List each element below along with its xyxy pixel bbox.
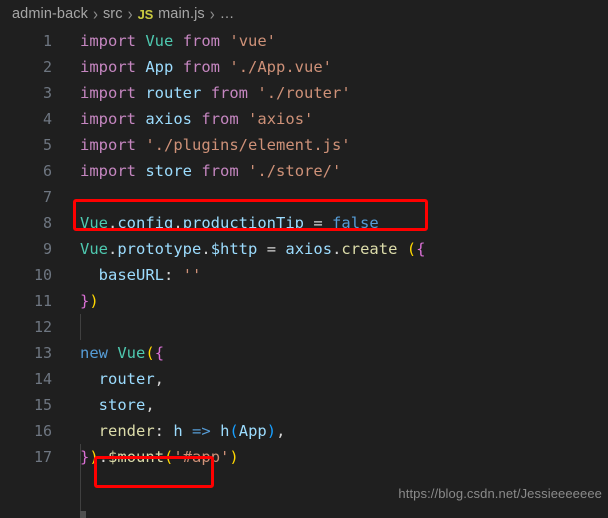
code-line: 15 store, xyxy=(0,392,608,418)
line-number: 5 xyxy=(42,136,52,154)
line-number: 14 xyxy=(33,370,52,388)
code-line: 4 import axios from 'axios' xyxy=(0,106,608,132)
line-content[interactable]: new Vue({ xyxy=(52,340,164,366)
line-content[interactable]: import router from './router' xyxy=(52,80,351,106)
line-number: 12 xyxy=(33,318,52,336)
breadcrumb-separator-icon: › xyxy=(92,4,98,24)
line-content[interactable]: Vue.prototype.$http = axios.create ({ xyxy=(52,236,425,262)
line-number: 17 xyxy=(33,448,52,466)
code-lines[interactable]: 1 import Vue from 'vue' 2 import App fro… xyxy=(0,28,608,518)
line-content[interactable]: render: h => h(App), xyxy=(52,418,286,444)
code-line: 1 import Vue from 'vue' xyxy=(0,28,608,54)
line-number: 3 xyxy=(42,84,52,102)
line-number: 1 xyxy=(42,32,52,50)
indent-guide xyxy=(80,314,81,340)
breadcrumb-item-project[interactable]: admin-back xyxy=(12,6,88,22)
line-content[interactable]: import Vue from 'vue' xyxy=(52,28,276,54)
code-line: 14 router, xyxy=(0,366,608,392)
line-content[interactable]: Vue.config.productionTip = false xyxy=(52,210,379,236)
line-number: 15 xyxy=(33,396,52,414)
line-content[interactable]: import store from './store/' xyxy=(52,158,341,184)
line-number: 10 xyxy=(33,266,52,284)
code-line: 7 xyxy=(0,184,608,210)
code-line: 12 xyxy=(0,314,608,340)
code-line: 2 import App from './App.vue' xyxy=(0,54,608,80)
code-line: 5 import './plugins/element.js' xyxy=(0,132,608,158)
code-line: 13 new Vue({ xyxy=(0,340,608,366)
line-content[interactable]: router, xyxy=(52,366,164,392)
line-number: 7 xyxy=(42,188,52,206)
line-number: 13 xyxy=(33,344,52,362)
code-editor[interactable]: 1 import Vue from 'vue' 2 import App fro… xyxy=(0,28,608,518)
code-line: 11 }) xyxy=(0,288,608,314)
code-line: 6 import store from './store/' xyxy=(0,158,608,184)
watermark-text: https://blog.csdn.net/Jessieeeeeee xyxy=(398,486,602,501)
code-line: 8 Vue.config.productionTip = false xyxy=(0,210,608,236)
line-number: 2 xyxy=(42,58,52,76)
horizontal-scrollbar-thumb[interactable] xyxy=(80,511,86,518)
line-content[interactable]: }) xyxy=(52,288,99,314)
breadcrumb: admin-back › src › JS main.js › … xyxy=(0,0,608,28)
javascript-file-icon: JS xyxy=(137,6,154,22)
line-number: 11 xyxy=(33,292,52,310)
code-line: 10 baseURL: '' xyxy=(0,262,608,288)
breadcrumb-separator-icon: › xyxy=(127,4,133,24)
line-number: 16 xyxy=(33,422,52,440)
indent-guide xyxy=(80,444,81,518)
horizontal-scrollbar-track[interactable] xyxy=(0,511,608,518)
line-content[interactable]: store, xyxy=(52,392,155,418)
code-line: 16 render: h => h(App), xyxy=(0,418,608,444)
code-line: 9 Vue.prototype.$http = axios.create ({ xyxy=(0,236,608,262)
line-number: 4 xyxy=(42,110,52,128)
breadcrumb-item-file[interactable]: main.js xyxy=(158,6,205,22)
vscode-editor-window: admin-back › src › JS main.js › … 1 impo… xyxy=(0,0,608,518)
breadcrumb-separator-icon: › xyxy=(209,4,215,24)
line-content[interactable]: baseURL: '' xyxy=(52,262,202,288)
line-number: 8 xyxy=(42,214,52,232)
code-line: 17 }).$mount('#app') xyxy=(0,444,608,470)
line-number: 6 xyxy=(42,162,52,180)
line-content[interactable]: import App from './App.vue' xyxy=(52,54,332,80)
breadcrumb-item-folder[interactable]: src xyxy=(103,6,123,22)
code-line: 3 import router from './router' xyxy=(0,80,608,106)
breadcrumb-item-overflow[interactable]: … xyxy=(220,6,235,22)
line-content[interactable]: import './plugins/element.js' xyxy=(52,132,351,158)
line-number: 9 xyxy=(42,240,52,258)
line-content[interactable]: import axios from 'axios' xyxy=(52,106,313,132)
